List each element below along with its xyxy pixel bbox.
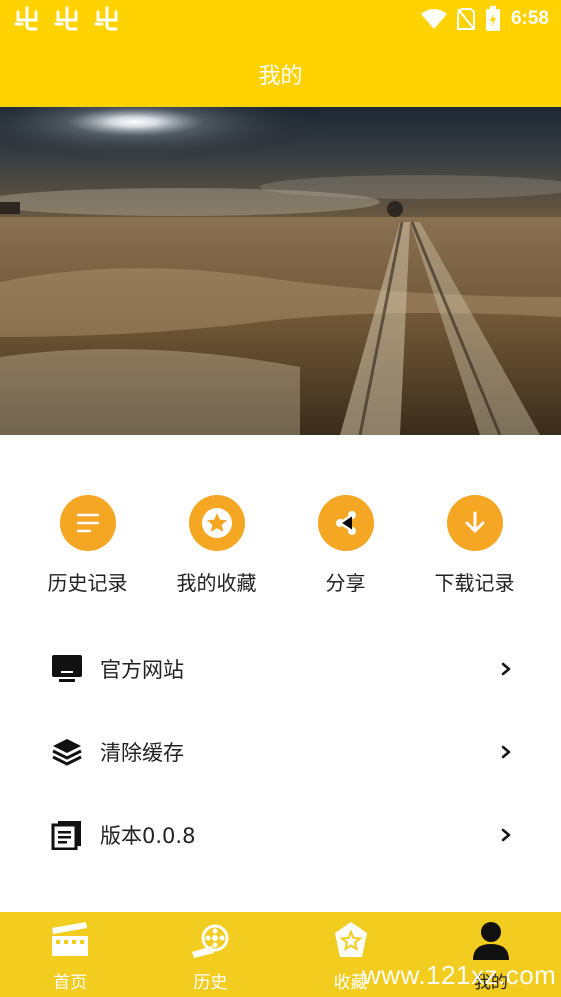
clear-cache-item[interactable]: 清除缓存 (0, 710, 561, 793)
wifi-icon (420, 9, 447, 29)
system-icons: 6:58 (420, 6, 549, 32)
chevron-right-icon (501, 662, 511, 675)
page-title: 我的 (258, 63, 303, 89)
clapperboard-icon (50, 920, 90, 960)
chevron-right-icon (501, 828, 511, 841)
user-icon (471, 920, 511, 960)
banner-image (0, 107, 561, 435)
watermark-text: www.121xz.com (362, 960, 557, 990)
download-record-button[interactable]: 下载记录 (410, 495, 539, 596)
official-website-item[interactable]: 官方网站 (0, 627, 561, 710)
star-icon (188, 495, 245, 551)
document-icon (50, 818, 84, 852)
tab-history[interactable]: 历史 (140, 912, 280, 997)
menu-item-label: 版本0.0.8 (100, 823, 196, 848)
battery-charging-icon (485, 6, 500, 31)
tab-home[interactable]: 首页 (0, 912, 140, 997)
history-record-button[interactable]: 历史记录 (23, 495, 152, 596)
notification-icons (14, 6, 120, 32)
chevron-right-icon (501, 745, 511, 758)
menu-item-label: 清除缓存 (100, 740, 184, 765)
version-item[interactable]: 版本0.0.8 (0, 793, 561, 876)
share-icon (317, 495, 374, 551)
title-bar: 我的 (0, 40, 561, 107)
my-favorites-button[interactable]: 我的收藏 (152, 495, 281, 596)
film-reel-icon (190, 920, 230, 960)
tab-label: 历史 (193, 973, 228, 993)
quick-action-label: 下载记录 (434, 571, 515, 595)
monitor-icon (50, 652, 84, 686)
list-icon (59, 495, 116, 551)
bug-icon (54, 6, 78, 31)
status-time: 6:58 (510, 8, 549, 29)
quick-action-label: 我的收藏 (176, 571, 257, 595)
star-badge-icon (331, 920, 371, 960)
settings-menu: 官方网站 清除缓存 版本0.0.8 (0, 627, 561, 876)
quick-action-label: 历史记录 (47, 571, 128, 595)
share-button[interactable]: 分享 (281, 495, 410, 596)
tab-label: 首页 (53, 973, 88, 993)
bug-icon (14, 6, 38, 31)
status-bar: 6:58 (0, 0, 561, 40)
no-sim-icon (456, 8, 475, 30)
bug-icon (94, 6, 118, 31)
layers-icon (50, 735, 84, 769)
quick-action-label: 分享 (325, 571, 366, 595)
download-icon (446, 495, 503, 551)
menu-item-label: 官方网站 (100, 657, 184, 682)
quick-actions: 历史记录 我的收藏 分享 下载记录 (0, 495, 561, 596)
